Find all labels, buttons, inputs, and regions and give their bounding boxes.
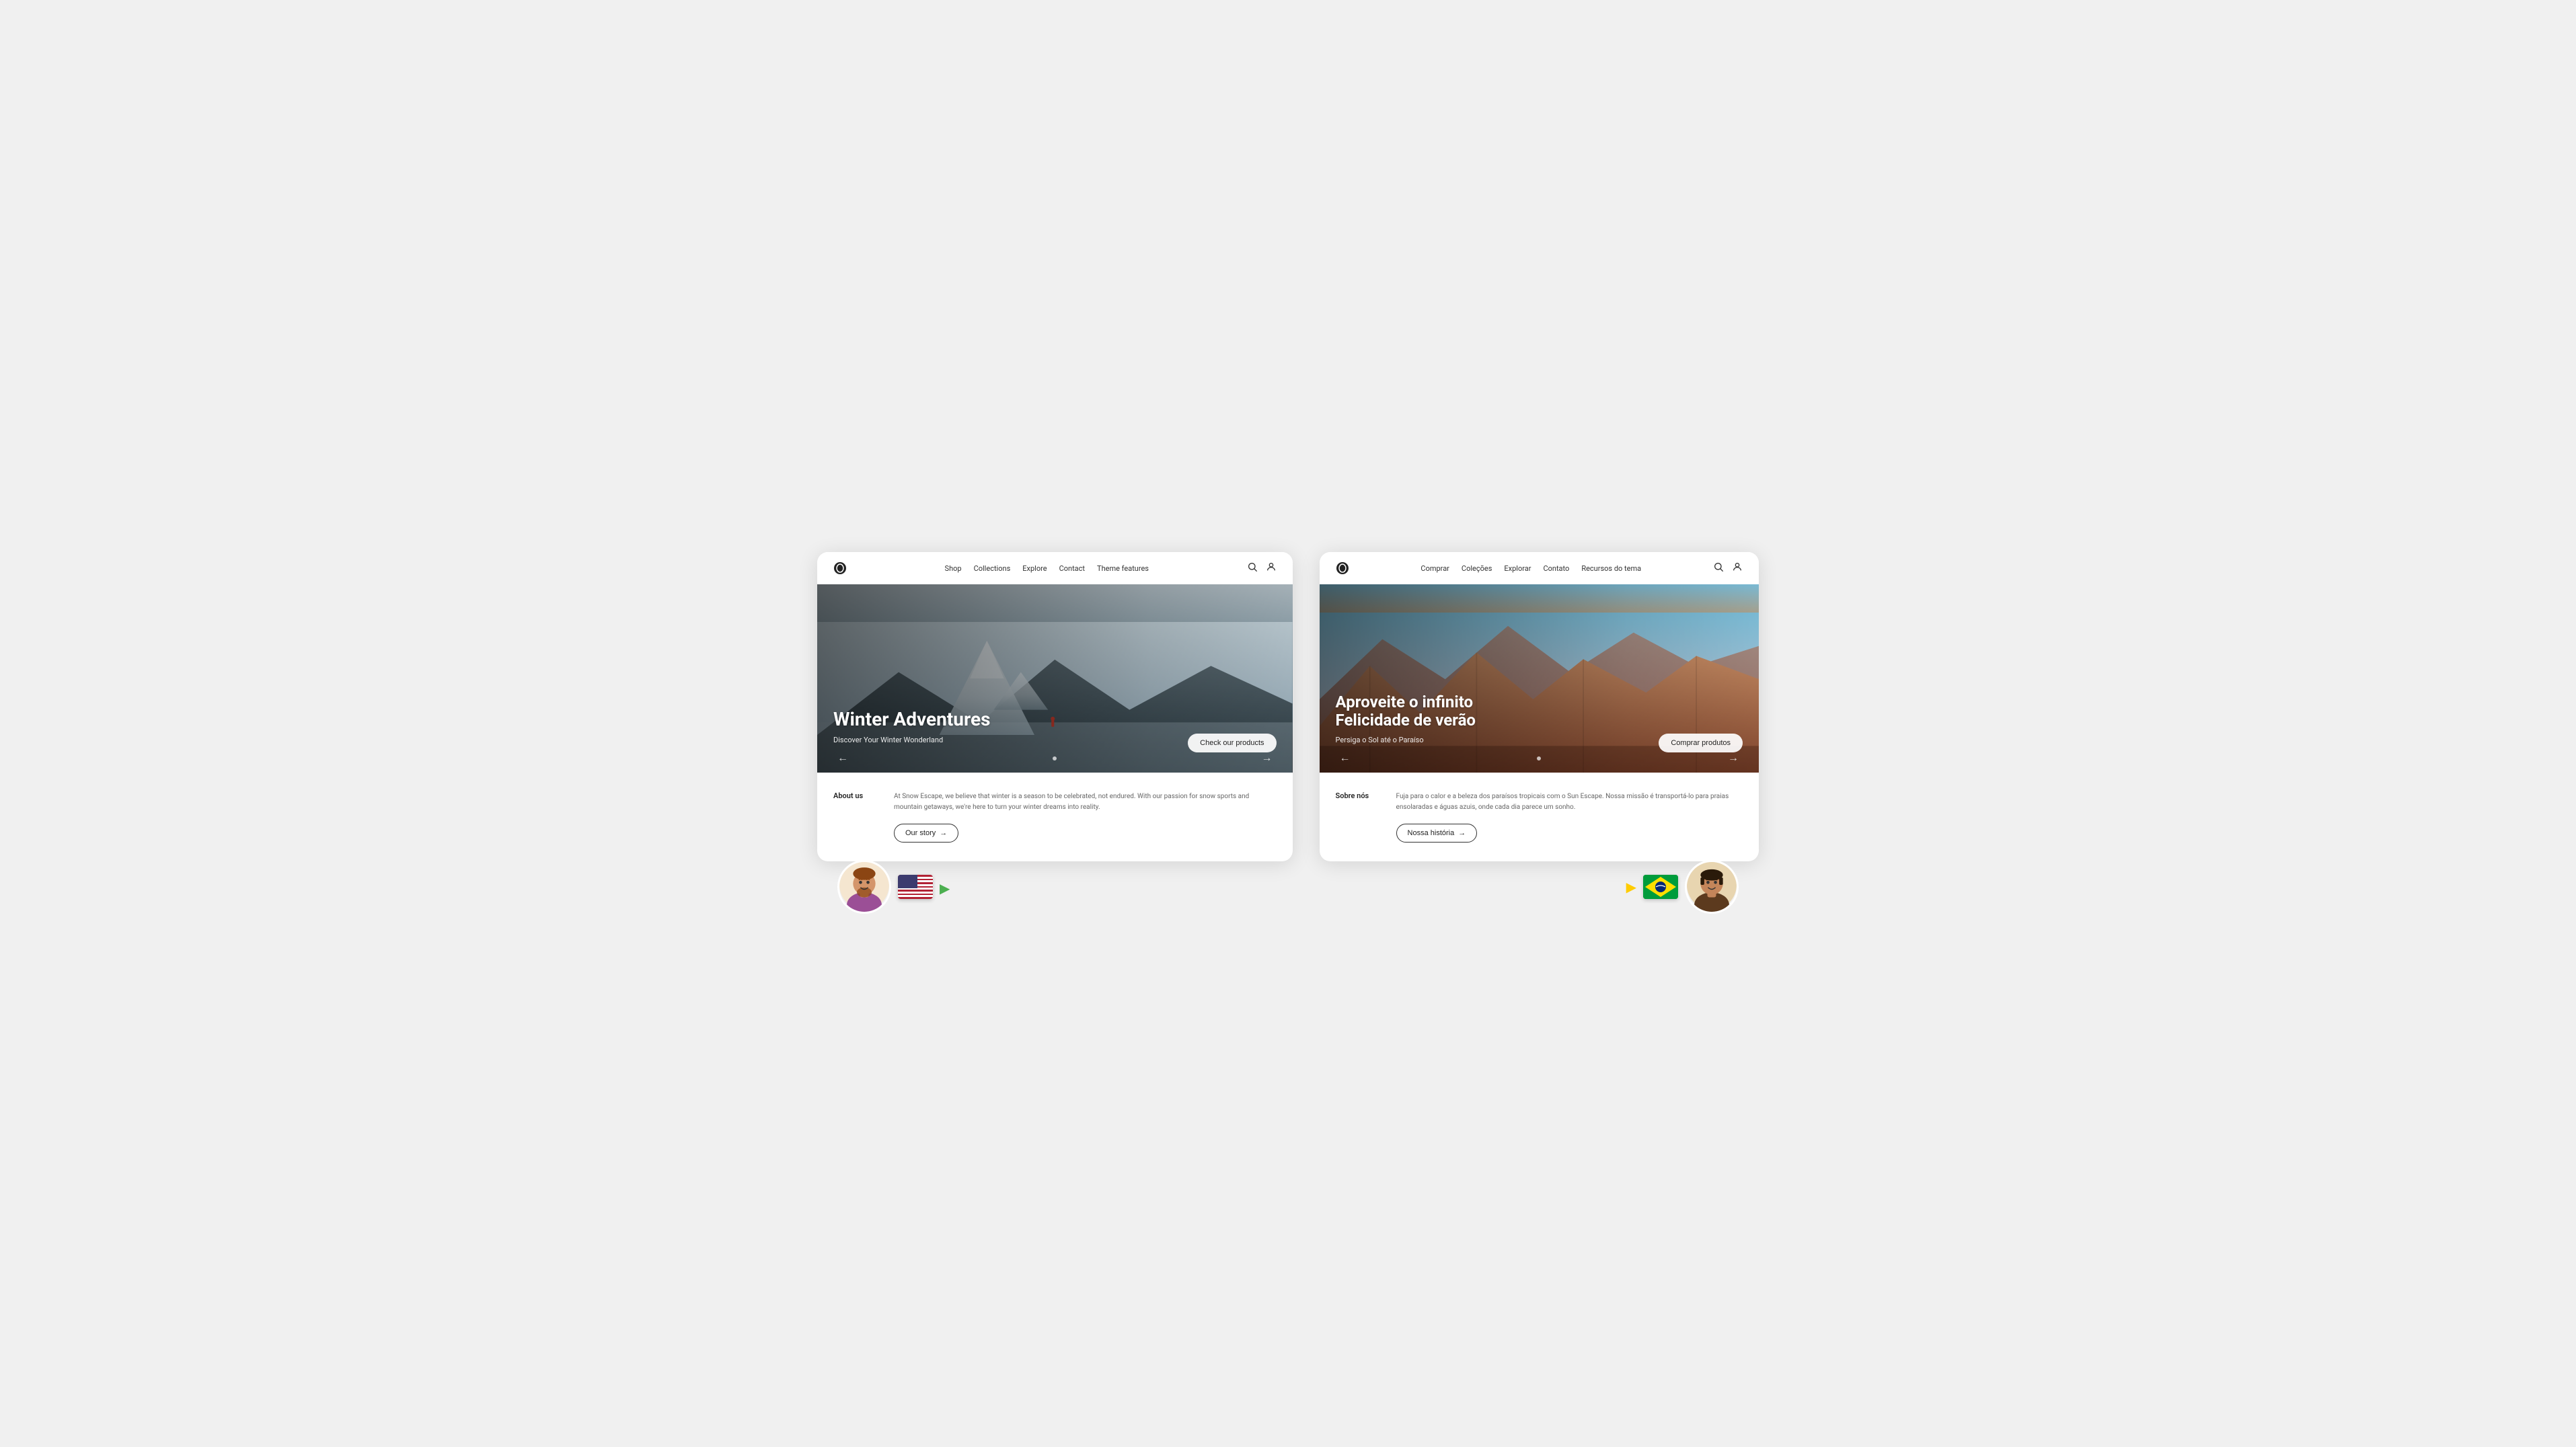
pt-hero-title: Aproveite o infinitoFelicidade de verão bbox=[1336, 693, 1743, 730]
search-icon-pt[interactable] bbox=[1713, 561, 1724, 575]
nav-contato-pt[interactable]: Contato bbox=[1543, 564, 1569, 573]
en-slider-controls: ← → bbox=[833, 751, 1277, 766]
en-flag bbox=[898, 875, 933, 899]
pt-nav-links: Comprar Coleções Explorar Contato Recurs… bbox=[1365, 564, 1697, 573]
nav-contact-en[interactable]: Contact bbox=[1059, 564, 1085, 573]
pt-nav-icons bbox=[1713, 561, 1743, 575]
en-about-text-col: At Snow Escape, we believe that winter i… bbox=[894, 791, 1277, 843]
en-logo bbox=[833, 561, 847, 575]
en-nav-icons bbox=[1247, 561, 1277, 575]
en-prev-arrow[interactable]: ← bbox=[833, 751, 852, 766]
pt-next-arrow[interactable]: → bbox=[1724, 751, 1743, 766]
pt-slider-controls: ← → bbox=[1336, 751, 1743, 766]
en-slider-dot bbox=[1053, 756, 1057, 760]
en-about-desc: At Snow Escape, we believe that winter i… bbox=[894, 791, 1277, 813]
nav-comprar-pt[interactable]: Comprar bbox=[1420, 564, 1449, 573]
nav-shop-en[interactable]: Shop bbox=[945, 564, 962, 573]
page-wrapper: Shop Collections Explore Contact Theme f… bbox=[817, 552, 1759, 895]
pt-slider-dot bbox=[1537, 756, 1541, 760]
user-icon-en[interactable] bbox=[1266, 561, 1277, 575]
pt-badge-right: ▶ bbox=[1626, 860, 1739, 914]
nav-theme-en[interactable]: Theme features bbox=[1097, 564, 1149, 573]
pt-about-section: Sobre nós Fuja para o calor e a beleza d… bbox=[1320, 773, 1759, 861]
pt-about-desc: Fuja para o calor e a beleza dos paraíso… bbox=[1396, 791, 1743, 813]
pt-prev-arrow[interactable]: ← bbox=[1336, 751, 1355, 766]
en-nav-links: Shop Collections Explore Contact Theme f… bbox=[863, 564, 1231, 573]
pt-flag bbox=[1643, 875, 1678, 899]
search-icon-en[interactable] bbox=[1247, 561, 1258, 575]
nav-explore-en[interactable]: Explore bbox=[1022, 564, 1047, 573]
en-about-section: About us At Snow Escape, we believe that… bbox=[817, 773, 1293, 861]
pt-about-label: Sobre nós bbox=[1336, 791, 1383, 800]
en-story-button[interactable]: Our story → bbox=[894, 824, 958, 843]
pt-about-text-col: Fuja para o calor e a beleza dos paraíso… bbox=[1396, 791, 1743, 843]
en-about-label: About us bbox=[833, 791, 880, 800]
nav-explorar-pt[interactable]: Explorar bbox=[1504, 564, 1531, 573]
portuguese-card-wrapper: Comprar Coleções Explorar Contato Recurs… bbox=[1320, 552, 1759, 895]
pt-hero-cta: Comprar produtos bbox=[1659, 734, 1743, 752]
en-hero-slider: Winter Adventures Discover Your Winter W… bbox=[817, 584, 1293, 773]
pt-nav: Comprar Coleções Explorar Contato Recurs… bbox=[1320, 552, 1759, 584]
pt-story-arrow: → bbox=[1458, 829, 1466, 837]
en-hero-title: Winter Adventures bbox=[833, 709, 1277, 730]
user-icon-pt[interactable] bbox=[1732, 561, 1743, 575]
nav-recursos-pt[interactable]: Recursos do tema bbox=[1581, 564, 1641, 573]
pt-story-label: Nossa história bbox=[1408, 829, 1455, 837]
pt-logo bbox=[1336, 561, 1349, 575]
en-next-arrow[interactable]: → bbox=[1258, 751, 1277, 766]
pt-story-button[interactable]: Nossa história → bbox=[1396, 824, 1478, 843]
en-story-label: Our story bbox=[905, 829, 936, 837]
pt-avatar bbox=[1685, 860, 1739, 914]
pt-hero-title-text: Aproveite o infinitoFelicidade de verão bbox=[1336, 693, 1476, 730]
pt-cta-button[interactable]: Comprar produtos bbox=[1659, 734, 1743, 752]
pt-play-icon: ▶ bbox=[1626, 879, 1636, 895]
en-nav: Shop Collections Explore Contact Theme f… bbox=[817, 552, 1293, 584]
english-card-wrapper: Shop Collections Explore Contact Theme f… bbox=[817, 552, 1293, 895]
en-cta-button[interactable]: Check our products bbox=[1188, 734, 1276, 752]
en-hero-cta: Check our products bbox=[1188, 734, 1276, 752]
nav-colecoes-pt[interactable]: Coleções bbox=[1462, 564, 1492, 573]
portuguese-browser-card: Comprar Coleções Explorar Contato Recurs… bbox=[1320, 552, 1759, 861]
english-browser-card: Shop Collections Explore Contact Theme f… bbox=[817, 552, 1293, 861]
en-story-arrow: → bbox=[940, 829, 947, 837]
en-avatar bbox=[837, 860, 891, 914]
nav-collections-en[interactable]: Collections bbox=[974, 564, 1011, 573]
en-badge-left: ▶ bbox=[837, 860, 953, 914]
pt-hero-slider: Aproveite o infinitoFelicidade de verão … bbox=[1320, 584, 1759, 773]
en-play-icon: ▶ bbox=[940, 880, 953, 894]
